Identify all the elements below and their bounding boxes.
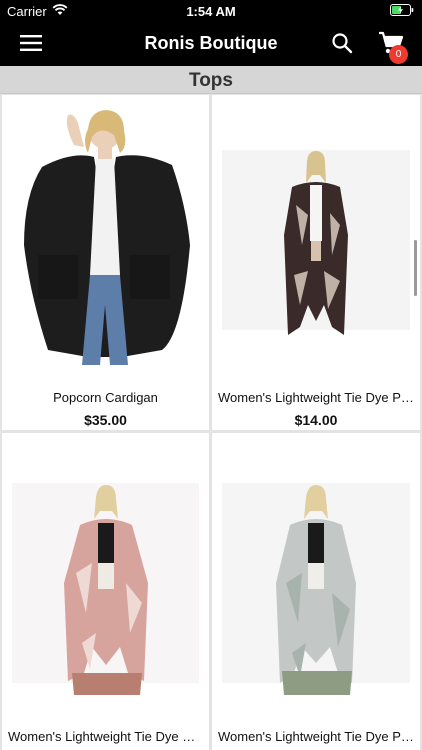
product-card[interactable]: Women's Lightweight Tie Dye Prin... — [2, 433, 209, 750]
battery-icon — [390, 4, 414, 16]
category-header: Tops — [0, 66, 422, 94]
product-image — [212, 433, 420, 723]
product-name: Women's Lightweight Tie Dye Prin... — [218, 390, 414, 405]
category-title: Tops — [189, 70, 233, 91]
clock: 1:54 AM — [186, 4, 236, 19]
scrollbar[interactable] — [414, 240, 417, 296]
product-grid: Popcorn Cardigan $35.00 Women's Lightwei… — [0, 95, 422, 750]
navigation-bar: Ronis Boutique 0 — [0, 22, 422, 66]
product-card[interactable]: Popcorn Cardigan $35.00 — [2, 95, 209, 430]
product-name: Popcorn Cardigan — [53, 390, 158, 405]
product-name: Women's Lightweight Tie Dye Prin... — [218, 729, 414, 744]
product-image — [2, 95, 209, 385]
product-card[interactable]: Women's Lightweight Tie Dye Prin... — [212, 433, 420, 750]
product-name: Women's Lightweight Tie Dye Prin... — [8, 729, 203, 744]
page-title: Ronis Boutique — [144, 33, 278, 53]
status-bar: Carrier 1:54 AM — [0, 0, 422, 22]
product-image — [212, 95, 420, 385]
product-price: $14.00 — [294, 412, 338, 428]
search-icon[interactable] — [331, 32, 353, 54]
product-image — [2, 433, 209, 723]
app-header: Carrier 1:54 AM Ronis Boutique 0 — [0, 0, 422, 66]
cart-count-badge: 0 — [389, 45, 408, 64]
product-price: $35.00 — [84, 412, 127, 428]
product-card[interactable]: Women's Lightweight Tie Dye Prin... $14.… — [212, 95, 420, 430]
